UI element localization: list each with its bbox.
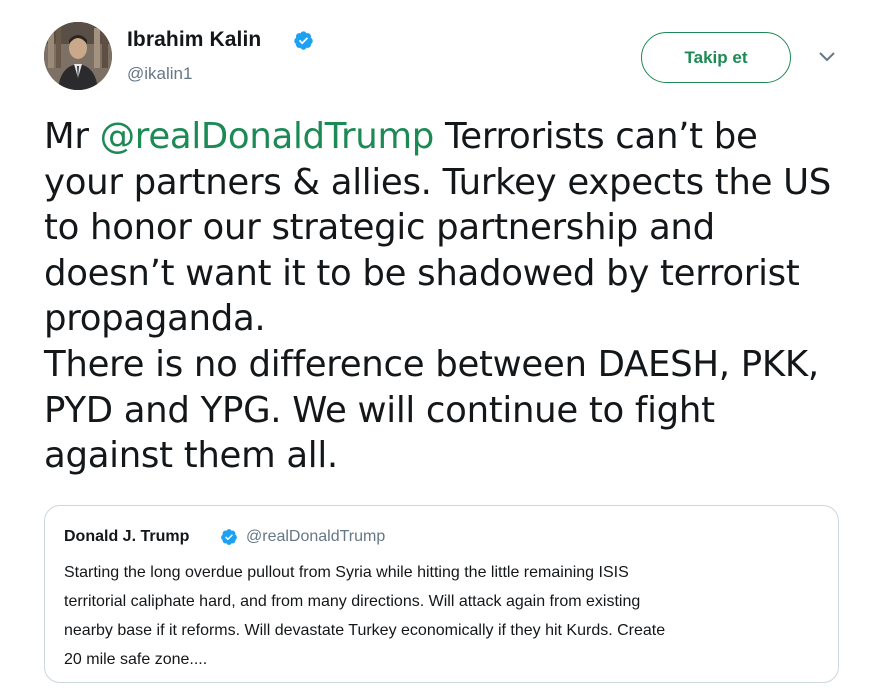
author-name[interactable]: Ibrahim Kalin — [127, 28, 261, 52]
tweet-line: to honor our strategic partnership and — [44, 207, 715, 249]
tweet-line: There is no difference between DAESH, PK… — [44, 343, 819, 385]
follow-button[interactable]: Takip et — [641, 32, 791, 83]
verified-badge-icon — [294, 31, 313, 50]
author-handle[interactable]: @ikalin1 — [127, 64, 192, 84]
tweet-line: doesn’t want it to be shadowed by terror… — [44, 252, 800, 294]
quoted-author-name: Donald J. Trump — [64, 528, 190, 545]
verified-badge-icon — [221, 529, 237, 545]
chevron-down-icon[interactable] — [817, 50, 837, 64]
tweet-line: PYD and YPG. We will continue to fight — [44, 389, 715, 431]
quoted-line: territorial caliphate hard, and from man… — [64, 593, 641, 610]
tweet-text-suffix: Terrorists can’t be — [433, 116, 758, 157]
avatar[interactable] — [44, 22, 112, 90]
tweet-text: Mr @realDonaldTrump Terrorists can’t be … — [44, 114, 844, 479]
tweet-line: against them all. — [44, 435, 338, 477]
quoted-author-handle: @realDonaldTrump — [246, 528, 386, 545]
tweet-text-prefix: Mr — [44, 116, 100, 157]
quoted-line: nearby base if it reforms. Will devastat… — [64, 622, 666, 639]
quoted-tweet-text: Starting the long overdue pullout from S… — [64, 558, 824, 674]
quoted-line: Starting the long overdue pullout from S… — [64, 564, 629, 581]
quoted-line: 20 mile safe zone.... — [64, 651, 208, 668]
mention-link[interactable]: @realDonaldTrump — [100, 116, 435, 157]
quoted-tweet[interactable]: Donald J. Trump @realDonaldTrump Startin… — [44, 505, 839, 683]
tweet-line: Mr @realDonaldTrump Terrorists can’t be — [44, 114, 844, 160]
tweet-line: your partners & allies. Turkey expects t… — [44, 161, 832, 203]
tweet-line: propaganda. — [44, 298, 266, 340]
